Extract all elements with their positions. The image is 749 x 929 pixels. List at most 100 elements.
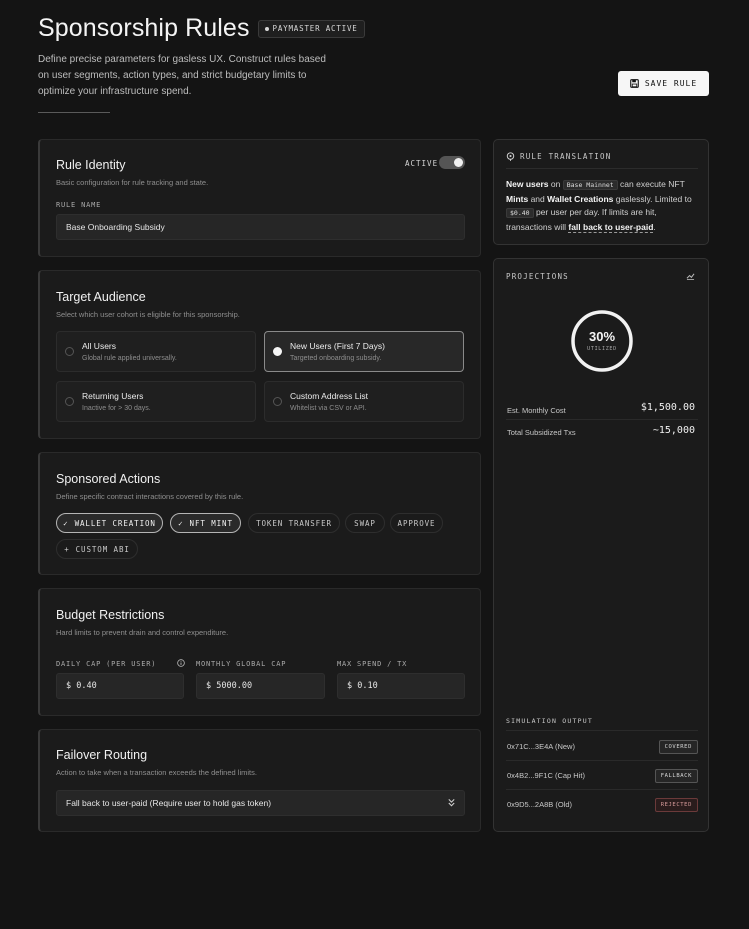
option-desc: Inactive for > 30 days. [82, 405, 151, 412]
rule-identity-title: Rule Identity [56, 158, 126, 172]
chip-approve[interactable]: APPROVE [390, 513, 443, 533]
rule-name-input[interactable]: Base Onboarding Subsidy [56, 214, 465, 240]
failover-routing-subtitle: Action to take when a transaction exceed… [56, 768, 257, 777]
chip-label: CUSTOM ABI [75, 544, 130, 554]
status-badge-label: PAYMASTER ACTIVE [272, 24, 358, 33]
toggle-knob [454, 158, 463, 167]
chip-nft-mint[interactable]: ✓ NFT MINT [170, 513, 241, 533]
page-description: Define precise parameters for gasless UX… [38, 54, 326, 97]
status-badge-rejected: REJECTED [654, 798, 698, 812]
check-icon: ✓ [178, 518, 184, 528]
subsidized-txs-value: ~15,000 [652, 425, 695, 436]
rule-translation-card: RULE TRANSLATION New users on Base Mainn… [493, 139, 709, 245]
simulation-row: 0x71C...3E4A (New) COVERED [506, 733, 698, 761]
radio-selected-icon [273, 347, 282, 356]
chip-swap[interactable]: SWAP [345, 513, 385, 533]
save-button-label: SAVE RULE [644, 79, 698, 88]
status-badge-fallback: FALLBACK [654, 769, 698, 783]
monthly-cost-label: Est. Monthly Cost [507, 406, 566, 415]
audience-option-returning-users[interactable]: Returning Users Inactive for > 30 days. [56, 381, 256, 422]
failover-select[interactable]: Fall back to user-paid (Require user to … [56, 790, 465, 816]
audience-option-custom-list[interactable]: Custom Address List Whitelist via CSV or… [264, 381, 464, 422]
monthly-cap-input[interactable]: $ 5000.00 [196, 673, 325, 699]
simulation-address: 0x71C...3E4A (New) [507, 742, 575, 751]
option-title: Custom Address List [290, 391, 368, 401]
utilization-value: 30% [588, 329, 616, 344]
simulation-row: 0x9D5...2A8B (Old) REJECTED [506, 791, 698, 819]
utilization-label: UTILIZED [587, 346, 617, 352]
audience-option-all-users[interactable]: All Users Global rule applied universall… [56, 331, 256, 372]
rule-identity-card: Rule Identity Basic configuration for ru… [38, 139, 481, 257]
monthly-cap-label: MONTHLY GLOBAL CAP [196, 660, 287, 668]
simulation-output-header: SIMULATION OUTPUT [506, 717, 593, 725]
check-icon: ✓ [63, 518, 69, 528]
translation-divider [506, 168, 698, 169]
target-audience-card: Target Audience Select which user cohort… [38, 270, 481, 439]
option-title: Returning Users [82, 391, 144, 401]
radio-icon [65, 397, 74, 406]
chip-label: SWAP [354, 518, 376, 528]
page-title: Sponsorship Rules [38, 14, 250, 42]
chip-token-transfer[interactable]: TOKEN TRANSFER [248, 513, 340, 533]
audience-option-new-users[interactable]: New Users (First 7 Days) Targeted onboar… [264, 331, 464, 372]
plus-icon: + [64, 544, 70, 554]
simulation-address: 0x9D5...2A8B (Old) [507, 800, 573, 809]
paymaster-status-badge: PAYMASTER ACTIVE [257, 19, 365, 38]
target-audience-subtitle: Select which user cohort is eligible for… [56, 310, 240, 319]
chip-label: APPROVE [397, 518, 436, 528]
option-desc: Targeted onboarding subsidy. [290, 355, 382, 362]
save-icon [629, 79, 639, 88]
limit-tag: $0.40 [506, 208, 534, 218]
max-spend-input[interactable]: $ 0.10 [337, 673, 465, 699]
option-title: New Users (First 7 Days) [290, 341, 385, 351]
sponsored-actions-subtitle: Define specific contract interactions co… [56, 492, 244, 501]
save-rule-button[interactable]: SAVE RULE [618, 71, 709, 96]
active-toggle[interactable] [439, 156, 465, 169]
option-desc: Global rule applied universally. [82, 355, 177, 362]
simulation-row: 0x4B2...9F1C (Cap Hit) FALLBACK [506, 762, 698, 790]
header-divider [38, 112, 110, 113]
utilization-gauge: 30% UTILIZED [570, 309, 634, 373]
stat-divider [506, 419, 698, 420]
rule-identity-subtitle: Basic configuration for rule tracking an… [56, 178, 209, 187]
radio-icon [273, 397, 282, 406]
max-spend-label: MAX SPEND / TX [337, 660, 408, 668]
sponsored-actions-card: Sponsored Actions Define specific contra… [38, 452, 481, 575]
daily-cap-input[interactable]: $ 0.40 [56, 673, 184, 699]
chip-label: WALLET CREATION [74, 518, 156, 528]
rule-translation-label: RULE TRANSLATION [520, 152, 612, 161]
active-label: ACTIVE [405, 159, 439, 168]
status-dot-icon [264, 26, 269, 31]
failover-routing-title: Failover Routing [56, 748, 148, 762]
location-pin-icon [506, 152, 515, 161]
simulation-divider [506, 730, 698, 731]
budget-restrictions-title: Budget Restrictions [56, 608, 165, 622]
chip-label: NFT MINT [189, 518, 233, 528]
chevron-down-icon [448, 799, 455, 807]
info-icon[interactable] [177, 659, 185, 667]
failover-routing-card: Failover Routing Action to take when a t… [38, 729, 481, 832]
option-desc: Whitelist via CSV or API. [290, 405, 367, 412]
chip-custom-abi[interactable]: + CUSTOM ABI [56, 539, 138, 559]
projections-card: PROJECTIONS 30% UTILIZED Est. Monthly Co… [493, 258, 709, 832]
network-tag: Base Mainnet [562, 180, 618, 190]
monthly-cost-value: $1,500.00 [640, 402, 695, 413]
page-header: Sponsorship Rules PAYMASTER ACTIVE Defin… [38, 14, 710, 113]
rule-translation-header: RULE TRANSLATION [506, 152, 611, 161]
trend-chart-icon [686, 273, 695, 280]
projections-header: PROJECTIONS [506, 272, 569, 281]
chip-wallet-creation[interactable]: ✓ WALLET CREATION [56, 513, 163, 533]
simulation-address: 0x4B2...9F1C (Cap Hit) [507, 771, 585, 780]
subsidized-txs-label: Total Subsidized Txs [507, 428, 576, 437]
rule-translation-text: New users on Base Mainnet can execute NF… [506, 179, 692, 233]
rule-name-label: RULE NAME [56, 201, 102, 209]
sponsored-actions-title: Sponsored Actions [56, 472, 161, 486]
status-badge-covered: COVERED [658, 740, 698, 754]
daily-cap-label: DAILY CAP (PER USER) [56, 660, 157, 668]
failover-selected-value: Fall back to user-paid (Require user to … [66, 798, 272, 808]
budget-restrictions-subtitle: Hard limits to prevent drain and control… [56, 628, 229, 637]
option-title: All Users [82, 341, 117, 351]
target-audience-title: Target Audience [56, 290, 146, 304]
radio-icon [65, 347, 74, 356]
chip-label: TOKEN TRANSFER [256, 518, 332, 528]
